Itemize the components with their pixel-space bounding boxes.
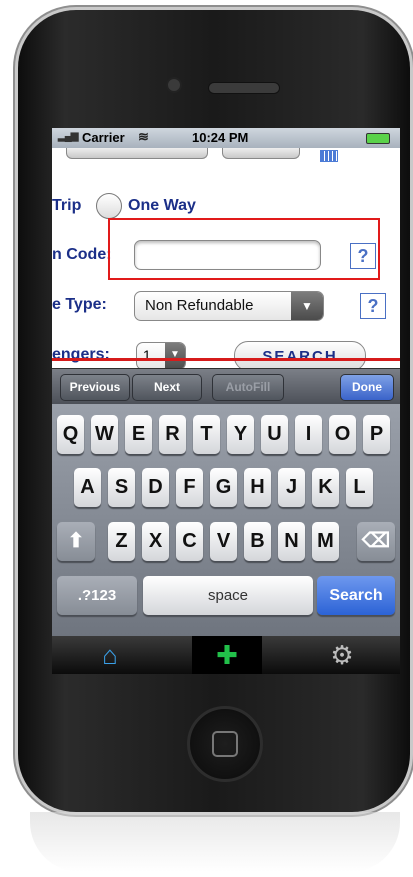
battery-icon [366, 133, 390, 144]
one-way-radio[interactable] [96, 193, 122, 219]
key-n[interactable]: N [278, 522, 305, 561]
search-button[interactable]: SEARCH [234, 341, 366, 371]
round-trip-label: Trip [52, 197, 82, 214]
search-form: Trip One Way n Code: ? e Type: Non Refun… [52, 148, 400, 371]
status-time: 10:24 PM [192, 130, 249, 145]
earpiece-speaker [208, 82, 280, 94]
key-m[interactable]: M [312, 522, 339, 561]
wifi-icon: ≋ [138, 129, 149, 144]
key-z[interactable]: Z [108, 522, 135, 561]
next-button[interactable]: Next [132, 374, 202, 401]
tab-bar: ⌂ ✚ ⚙ [52, 636, 400, 674]
key-p[interactable]: P [363, 415, 390, 454]
key-x[interactable]: X [142, 522, 169, 561]
code-label: n Code: [52, 246, 112, 263]
tab-home-icon[interactable]: ⌂ [52, 636, 168, 674]
fare-type-value: Non Refundable [145, 297, 254, 314]
space-key[interactable]: space [143, 576, 313, 615]
key-o[interactable]: O [329, 415, 356, 454]
phone-screen: ▂▄▆ Carrier ≋ 10:24 PM Trip One Way n Co… [52, 128, 400, 674]
key-w[interactable]: W [91, 415, 118, 454]
previous-button[interactable]: Previous [60, 374, 130, 401]
key-b[interactable]: B [244, 522, 271, 561]
fare-type-help-icon[interactable]: ? [360, 293, 386, 319]
key-f[interactable]: F [176, 468, 203, 507]
chevron-down-icon: ▼ [291, 292, 323, 320]
key-d[interactable]: D [142, 468, 169, 507]
key-l[interactable]: L [346, 468, 373, 507]
top-select-stub-right[interactable] [222, 148, 300, 159]
key-t[interactable]: T [193, 415, 220, 454]
key-q[interactable]: Q [57, 415, 84, 454]
key-k[interactable]: K [312, 468, 339, 507]
passengers-select[interactable]: 1 ▼ [136, 342, 186, 370]
top-select-stub-left[interactable] [66, 148, 208, 159]
key-a[interactable]: A [74, 468, 101, 507]
key-j[interactable]: J [278, 468, 305, 507]
signal-icon: ▂▄▆ [58, 131, 78, 142]
passengers-label: engers: [52, 346, 110, 363]
key-i[interactable]: I [295, 415, 322, 454]
home-button[interactable] [187, 706, 263, 782]
autofill-button[interactable]: AutoFill [212, 374, 284, 401]
key-u[interactable]: U [261, 415, 288, 454]
tab-settings-icon[interactable]: ⚙ [284, 636, 400, 674]
one-way-label: One Way [128, 197, 196, 214]
numbers-key[interactable]: .?123 [57, 576, 137, 615]
key-r[interactable]: R [159, 415, 186, 454]
key-h[interactable]: H [244, 468, 271, 507]
chevron-down-icon: ▼ [165, 343, 185, 369]
key-y[interactable]: Y [227, 415, 254, 454]
shift-key-icon[interactable]: ⬆ [57, 522, 95, 561]
status-bar: ▂▄▆ Carrier ≋ 10:24 PM [52, 128, 400, 148]
calendar-icon[interactable] [320, 150, 338, 162]
phone-reflection [30, 812, 400, 872]
key-s[interactable]: S [108, 468, 135, 507]
carrier-label: Carrier [82, 130, 125, 145]
keyboard: Q W E R T Y U I O P A S D F G H J K L ⬆ … [52, 404, 400, 636]
front-camera [166, 77, 182, 93]
key-g[interactable]: G [210, 468, 237, 507]
highlight-box [108, 218, 380, 280]
home-square-icon [212, 731, 238, 757]
done-button[interactable]: Done [340, 374, 394, 401]
key-e[interactable]: E [125, 415, 152, 454]
passengers-value: 1 [143, 347, 151, 363]
key-v[interactable]: V [210, 522, 237, 561]
red-divider-line [52, 358, 400, 361]
form-accessory-toolbar: Previous Next AutoFill Done [52, 368, 400, 405]
tab-add-icon[interactable]: ✚ [192, 636, 262, 674]
keyboard-search-key[interactable]: Search [317, 576, 395, 615]
fare-type-label: e Type: [52, 296, 107, 313]
key-c[interactable]: C [176, 522, 203, 561]
fare-type-select[interactable]: Non Refundable ▼ [134, 291, 324, 321]
backspace-key-icon[interactable]: ⌫ [357, 522, 395, 561]
